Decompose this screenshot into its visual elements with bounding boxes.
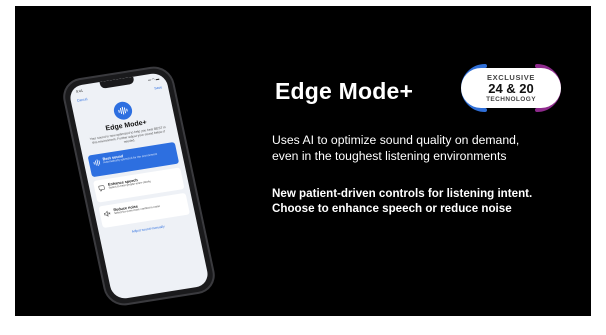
badge-bottom-text: TECHNOLOGY	[486, 95, 536, 103]
exclusive-badge: EXCLUSIVE 24 & 20 TECHNOLOGY	[455, 63, 567, 113]
slide: 9:41 ▪▪ ◠ ▬ Cancel Save Edge Mode+ Your …	[15, 6, 591, 316]
speaker-muted-icon	[103, 210, 111, 217]
sound-wave-icon	[93, 158, 101, 166]
phone-screen: 9:41 ▪▪ ◠ ▬ Cancel Save Edge Mode+ Your …	[67, 71, 211, 301]
sound-wave-icon	[112, 100, 134, 121]
feature-text: New patient-driven controls for listenin…	[272, 186, 582, 216]
badge-content: EXCLUSIVE 24 & 20 TECHNOLOGY	[461, 68, 561, 108]
headline: Edge Mode+	[275, 78, 414, 104]
save-button[interactable]: Save	[154, 85, 162, 90]
phone-mockup: 9:41 ▪▪ ◠ ▬ Cancel Save Edge Mode+ Your …	[61, 66, 217, 306]
description: Uses AI to optimize sound quality on dem…	[272, 133, 572, 164]
feature-line: Choose to enhance speech or reduce noise	[272, 202, 512, 215]
cancel-button[interactable]: Cancel	[77, 97, 88, 103]
status-time: 9:41	[75, 88, 84, 94]
speech-icon	[98, 184, 105, 192]
feature-line: New patient-driven controls for listenin…	[272, 187, 533, 200]
description-line: even in the toughest listening environme…	[272, 148, 507, 163]
description-line: Uses AI to optimize sound quality on dem…	[272, 133, 520, 147]
status-icons: ▪▪ ◠ ▬	[147, 76, 160, 83]
badge-middle-text: 24 & 20	[488, 80, 534, 96]
